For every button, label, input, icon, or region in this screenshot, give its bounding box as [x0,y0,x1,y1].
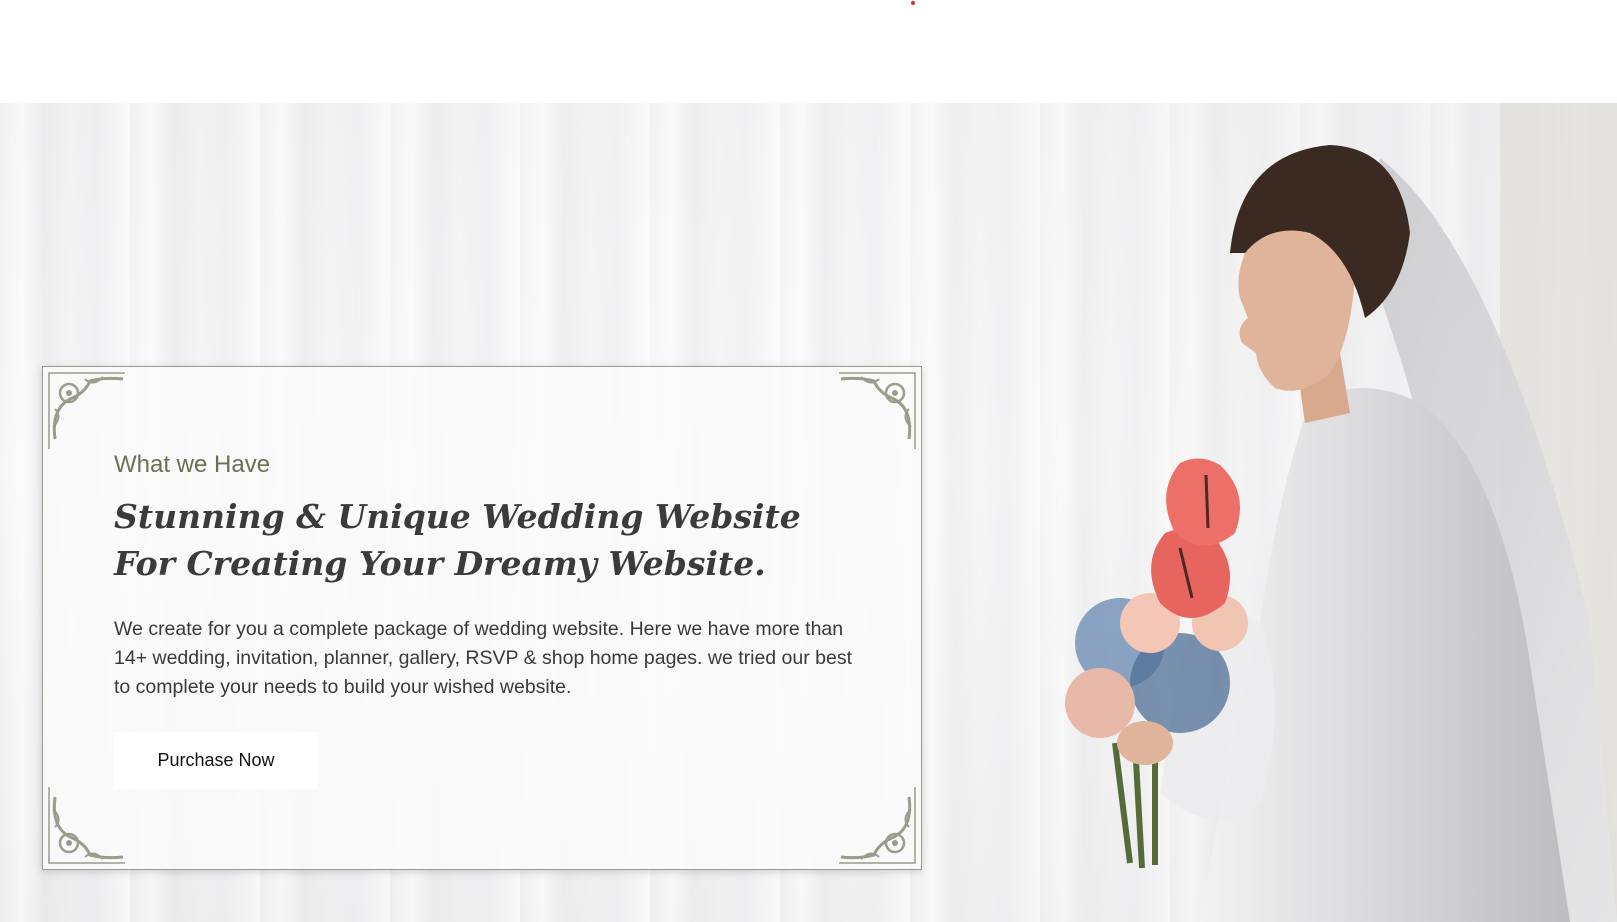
purchase-now-button[interactable]: Purchase Now [114,732,318,789]
hero-section: What we Have Stunning & Unique Wedding W… [0,103,1617,922]
flourish-corner-icon [839,787,916,864]
intro-card: What we Have Stunning & Unique Wedding W… [42,366,922,870]
indicator-dot [911,1,915,5]
section-eyebrow: What we Have [114,451,271,478]
flourish-corner-icon [839,372,916,449]
hero-description: We create for you a complete package of … [114,618,853,698]
flourish-corner-icon [48,787,125,864]
hero-title: Stunning & Unique Wedding Website For Cr… [114,497,801,583]
bride-photo [1065,103,1617,922]
top-bar [0,0,1617,103]
flourish-corner-icon [48,372,125,449]
